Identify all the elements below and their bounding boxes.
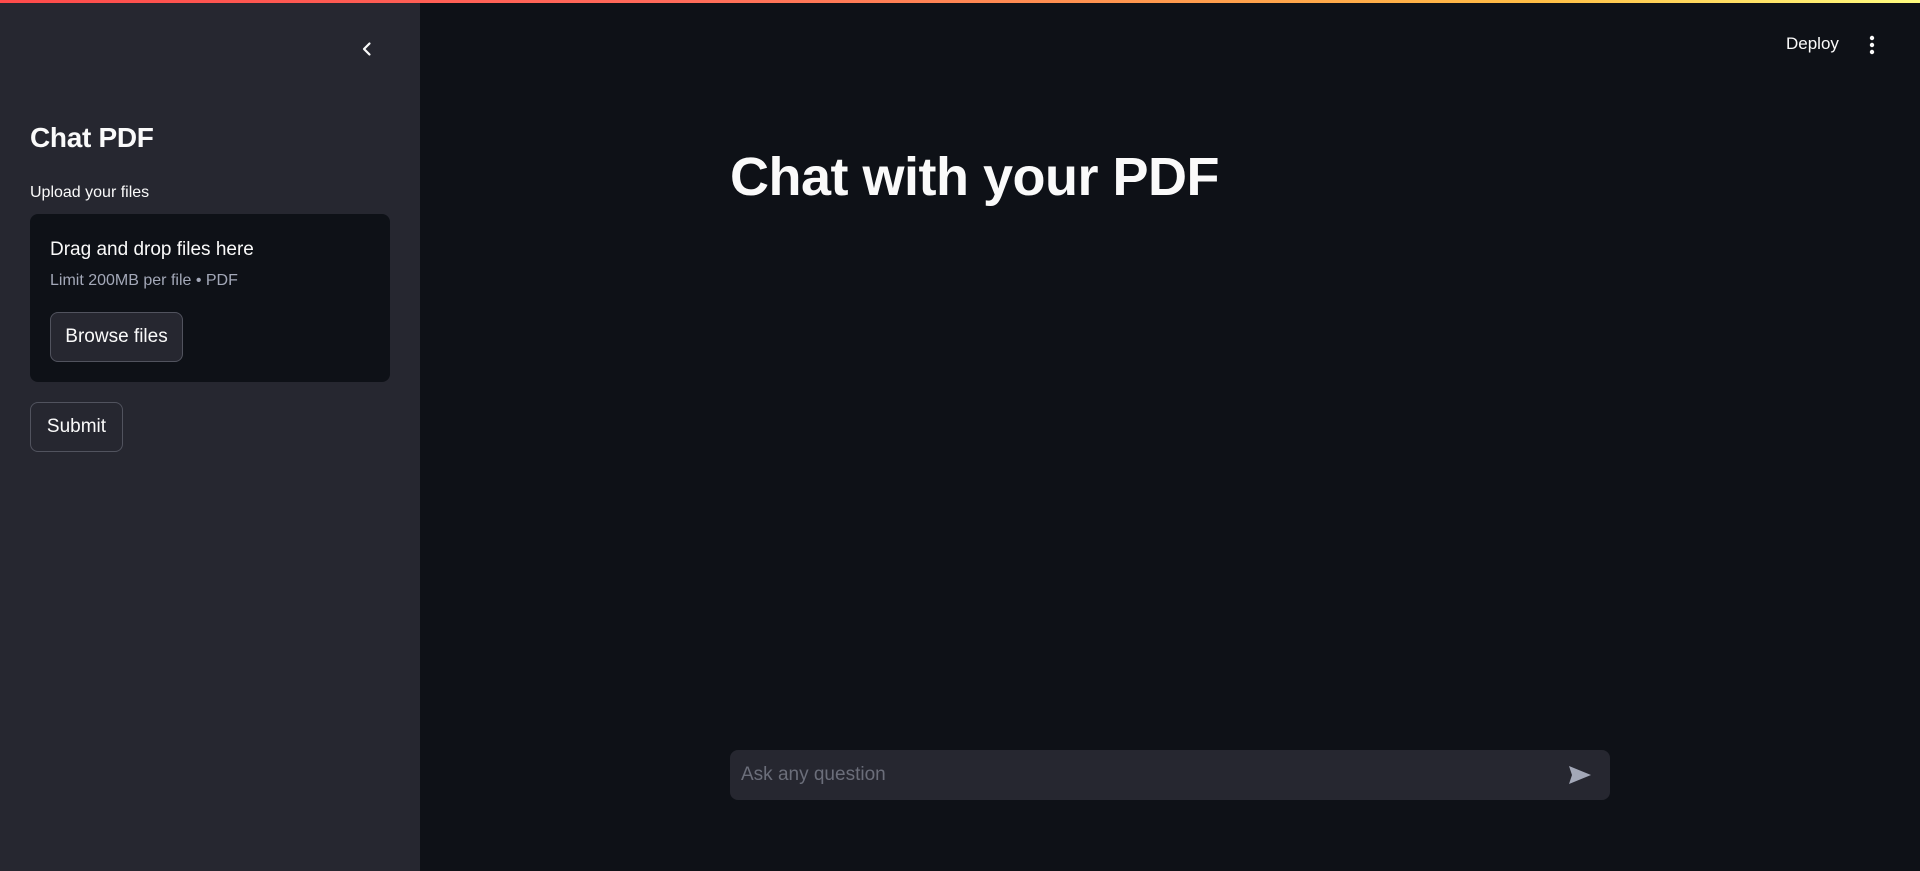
upload-label: Upload your files: [30, 184, 150, 201]
chevron-left-icon: [362, 42, 371, 56]
send-button[interactable]: [1564, 760, 1596, 790]
kebab-menu-icon: [1869, 35, 1875, 55]
chat-input[interactable]: [730, 750, 1550, 800]
submit-button[interactable]: Submit: [30, 402, 123, 452]
send-icon: [1569, 766, 1591, 784]
file-dropzone[interactable]: Drag and drop files here Limit 200MB per…: [30, 214, 390, 382]
collapse-sidebar-button[interactable]: [352, 34, 382, 64]
sidebar-title: Chat PDF: [30, 122, 154, 153]
main-menu-button[interactable]: [1862, 30, 1882, 60]
browse-files-button[interactable]: Browse files: [50, 312, 183, 362]
dropzone-limit-text: Limit 200MB per file • PDF: [50, 272, 238, 289]
page-title: Chat with your PDF: [730, 147, 1220, 207]
deploy-button[interactable]: Deploy: [1786, 34, 1839, 54]
sidebar: Chat PDF Upload your files Drag and drop…: [0, 0, 420, 871]
top-decoration-bar: [0, 0, 1920, 3]
chat-input-container: [730, 750, 1610, 800]
dropzone-title: Drag and drop files here: [50, 239, 254, 260]
